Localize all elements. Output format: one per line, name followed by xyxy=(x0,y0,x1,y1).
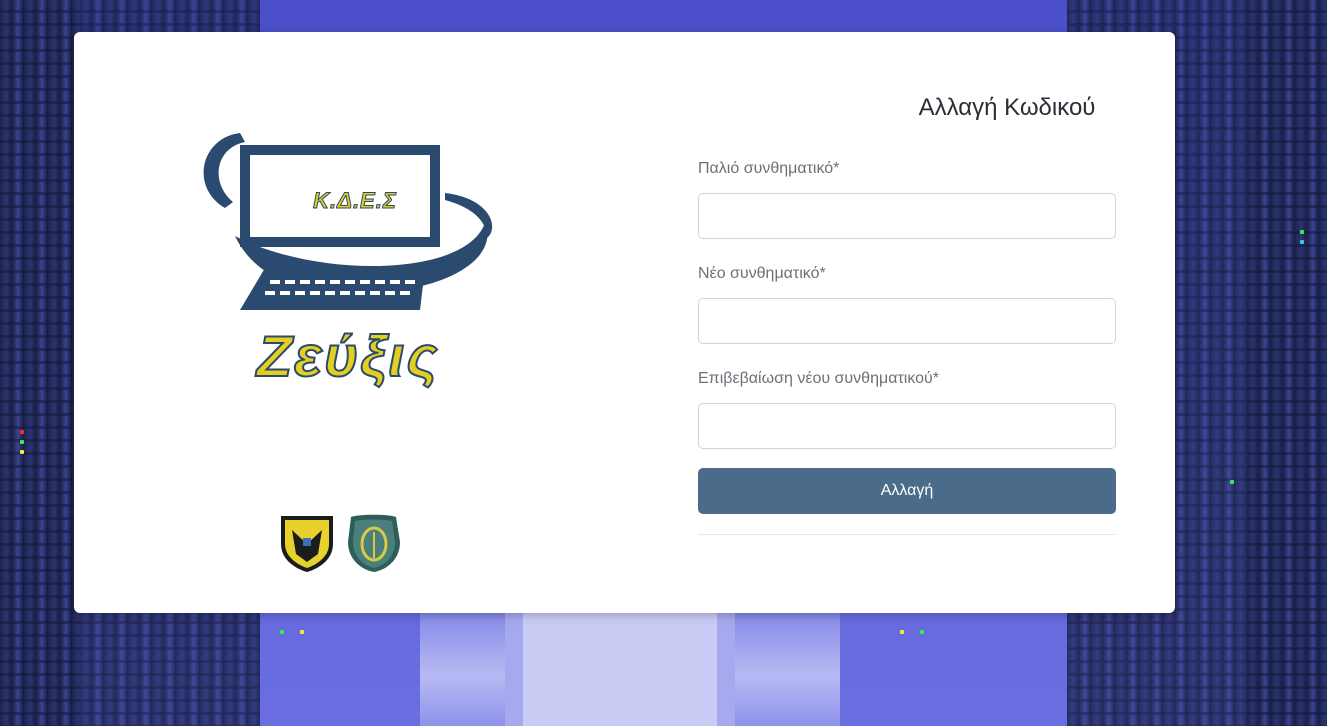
server-led xyxy=(280,630,284,634)
confirm-password-label: Επιβεβαίωση νέου συνθηματικού* xyxy=(698,370,939,387)
logo-acronym: Κ.Δ.Ε.Σ xyxy=(313,188,397,214)
server-rack-right-outer xyxy=(1247,0,1327,726)
server-led xyxy=(1300,230,1304,234)
server-led xyxy=(920,630,924,634)
server-led xyxy=(300,630,304,634)
server-led xyxy=(20,440,24,444)
server-rack-left-outer xyxy=(0,0,80,726)
old-password-input[interactable] xyxy=(698,193,1116,239)
old-password-label: Παλιό συνθηματικό* xyxy=(698,160,840,177)
corridor-door xyxy=(505,612,735,726)
confirm-password-input[interactable] xyxy=(698,403,1116,449)
zeuxis-logo: Κ.Δ.Ε.Σ Ζεύξις xyxy=(195,128,505,408)
server-led xyxy=(20,450,24,454)
server-led xyxy=(1230,480,1234,484)
military-emblems xyxy=(278,512,408,574)
new-password-input[interactable] xyxy=(698,298,1116,344)
form-divider xyxy=(698,534,1116,535)
form-title: Αλλαγή Κωδικού xyxy=(918,94,1096,121)
server-led xyxy=(20,430,24,434)
server-led xyxy=(900,630,904,634)
change-password-button[interactable]: Αλλαγή xyxy=(698,468,1116,514)
new-password-label: Νέο συνθηματικό* xyxy=(698,265,826,282)
server-led xyxy=(1300,240,1304,244)
logo-name: Ζεύξις xyxy=(256,323,440,390)
army-emblem-icon xyxy=(281,514,400,572)
